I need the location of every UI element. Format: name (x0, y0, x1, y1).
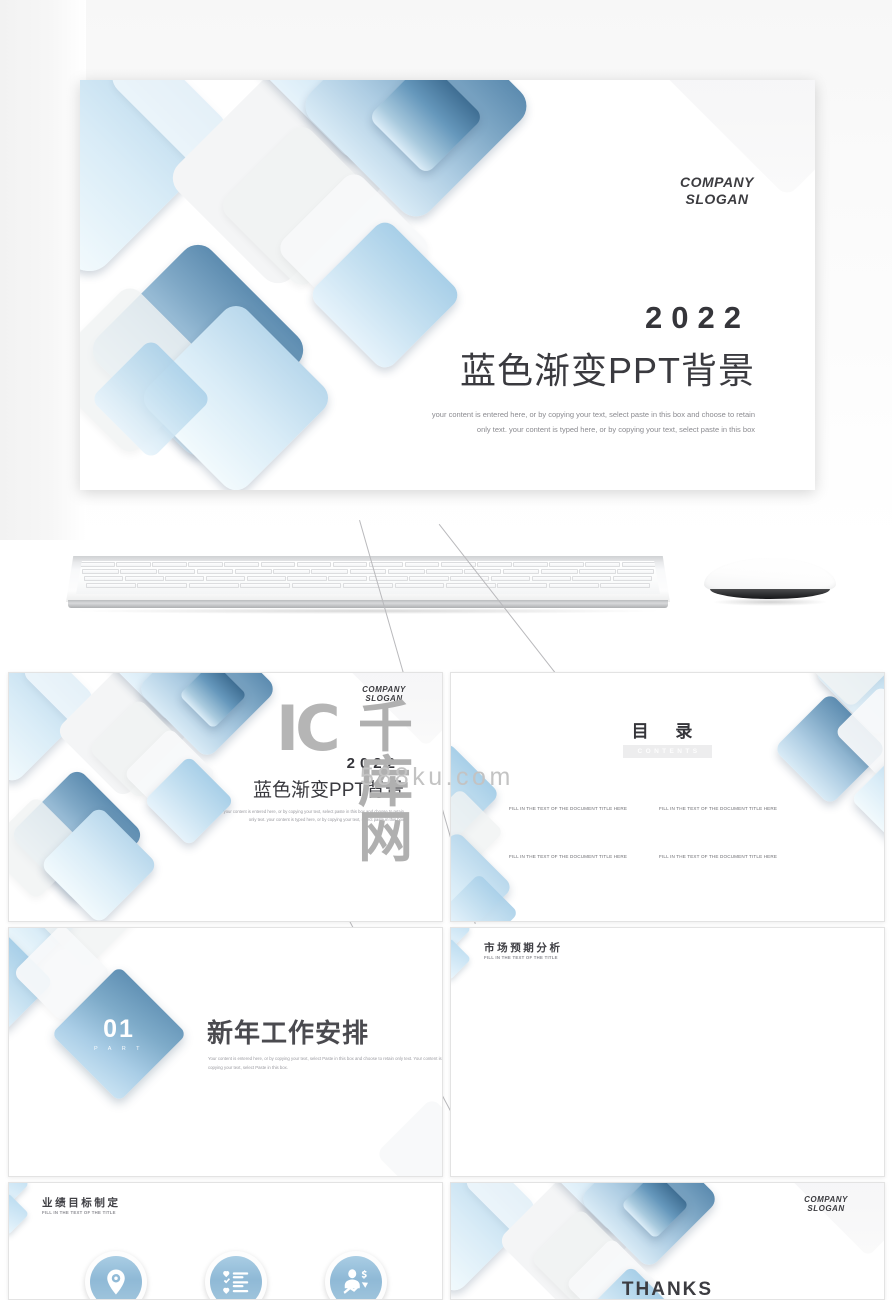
keyboard-key (124, 576, 164, 581)
keyboard-key (291, 583, 342, 588)
keyboard-key (311, 569, 349, 574)
contents-item[interactable]: FILL IN THE TEXT OF THE DOCUMENT TITLE H… (659, 854, 777, 859)
keyboard-image (66, 556, 670, 618)
keyboard-key (368, 562, 404, 567)
keyboard-key (82, 569, 119, 574)
keyboard-key (152, 562, 187, 567)
section-number: 01 (103, 1014, 135, 1043)
contents-title: 目 录 (631, 722, 704, 741)
keyboard-key (196, 569, 234, 574)
cover-year: 2022 (346, 755, 400, 772)
keyboard-key (477, 562, 512, 567)
keyboard-key (549, 562, 584, 567)
keyboard-key (234, 569, 272, 574)
keyboard-key (409, 576, 449, 581)
contents-badge: CONTENTS (622, 745, 713, 758)
keyboard-key (84, 576, 124, 581)
slide-cover-thumbnail[interactable]: COMPANY SLOGAN 2022 蓝色渐变PPT背景 your conte… (8, 672, 443, 922)
hero-year: 2022 (645, 300, 750, 335)
hero-slide[interactable]: COMPANY SLOGAN 2022 蓝色渐变PPT背景 your conte… (80, 80, 815, 490)
keyboard-key (404, 562, 440, 567)
location-pin-icon (90, 1256, 142, 1299)
poster-canvas: COMPANY SLOGAN 2022 蓝色渐变PPT背景 your conte… (0, 0, 892, 1300)
keyboard-key (617, 569, 654, 574)
section-number-group: 01 P A R T (71, 986, 167, 1082)
keyboard-key (426, 569, 463, 574)
contents-item[interactable]: FILL IN THE TEXT OF THE DOCUMENT TITLE H… (659, 806, 777, 811)
keyboard-key (260, 562, 295, 567)
keyboard-key (246, 576, 286, 581)
cover-paragraph: your content is entered here, or by copy… (223, 809, 404, 823)
slide-header-title: 业绩目标制定 (42, 1197, 121, 1209)
icon-badge-business-growth[interactable] (325, 1251, 387, 1299)
thanks-title: THANKS (621, 1279, 714, 1300)
keyboard-key (116, 562, 151, 567)
keyboard-key (240, 583, 291, 588)
keyboard-key (165, 576, 205, 581)
decor-diamond (375, 1097, 442, 1176)
slide-header-subtitle: FILL IN THE TEXT OF THE TITLE (484, 955, 558, 960)
keyboard-key (137, 583, 188, 588)
keyboard-key (531, 576, 571, 581)
cover-title: 蓝色渐变PPT背景 (253, 780, 404, 801)
hero-paragraph: your content is entered here, or by copy… (431, 410, 755, 434)
section-part-label: P A R T (94, 1045, 144, 1052)
slide-section-thumbnail[interactable]: 01 P A R T 新年工作安排 Your content is entere… (8, 927, 443, 1177)
keyboard-key (206, 576, 246, 581)
company-slogan: COMPANY SLOGAN (679, 174, 755, 207)
business-growth-icon (330, 1256, 382, 1299)
keyboard-key (497, 583, 548, 588)
keyboard-key (502, 569, 540, 574)
keyboard-key (490, 576, 530, 581)
keyboard-key (548, 583, 599, 588)
left-gradient-band (0, 0, 86, 540)
decor-diamond (9, 1192, 30, 1236)
keyboard-key (349, 569, 387, 574)
slide-header-subtitle: FILL IN THE TEXT OF THE TITLE (42, 1210, 116, 1215)
icon-badge-checklist[interactable] (205, 1251, 267, 1299)
keyboard-key (394, 583, 445, 588)
keyboard-key (287, 576, 327, 581)
slogan-wedge (338, 673, 442, 747)
keyboard-key (188, 583, 239, 588)
keyboard-key (579, 569, 616, 574)
section-paragraph: Your content is entered here, or by copy… (208, 1056, 442, 1071)
slide-contents-thumbnail[interactable]: 目 录 CONTENTS FILL IN THE TEXT OF THE DOC… (450, 672, 885, 922)
company-slogan: COMPANY SLOGAN (362, 685, 406, 704)
hero-title: 蓝色渐变PPT背景 (459, 350, 755, 391)
keyboard-key (513, 562, 548, 567)
keyboard-key (540, 569, 578, 574)
keyboard-key (86, 583, 136, 588)
keyboard-key (600, 583, 650, 588)
mouse-image (700, 556, 840, 614)
keyboard-key (273, 569, 310, 574)
keyboard-key (572, 576, 612, 581)
checklist-icon (210, 1256, 262, 1299)
keyboard-key (612, 576, 652, 581)
company-slogan: COMPANY SLOGAN (804, 1195, 848, 1214)
keyboard-key (343, 583, 393, 588)
keyboard-key (621, 562, 656, 567)
keyboard-key (120, 569, 157, 574)
contents-item[interactable]: FILL IN THE TEXT OF THE DOCUMENT TITLE H… (509, 806, 627, 811)
keyboard-key (585, 562, 620, 567)
icon-badge-location[interactable] (85, 1251, 147, 1299)
section-title: 新年工作安排 (207, 1018, 370, 1048)
keyboard-key (188, 562, 223, 567)
keyboard-key (158, 569, 196, 574)
keyboard-key (332, 562, 368, 567)
slide-targets-thumbnail[interactable]: 业绩目标制定 FILL IN THE TEXT OF THE TITLE (8, 1182, 443, 1300)
slide-market-analysis-thumbnail[interactable]: 市场预期分析 FILL IN THE TEXT OF THE TITLE (450, 927, 885, 1177)
keyboard-key (387, 569, 425, 574)
keyboard-key (80, 562, 115, 567)
slide-header-title: 市场预期分析 (484, 942, 563, 954)
keyboard-key (224, 562, 259, 567)
decor-diamond (451, 937, 472, 981)
slogan-wedge (780, 1183, 884, 1257)
keyboard-key (296, 562, 332, 567)
keyboard-key (328, 576, 368, 581)
keyboard-key (464, 569, 502, 574)
slide-thanks-thumbnail[interactable]: COMPANY SLOGAN THANKS (450, 1182, 885, 1300)
contents-item[interactable]: FILL IN THE TEXT OF THE DOCUMENT TITLE H… (509, 854, 627, 859)
